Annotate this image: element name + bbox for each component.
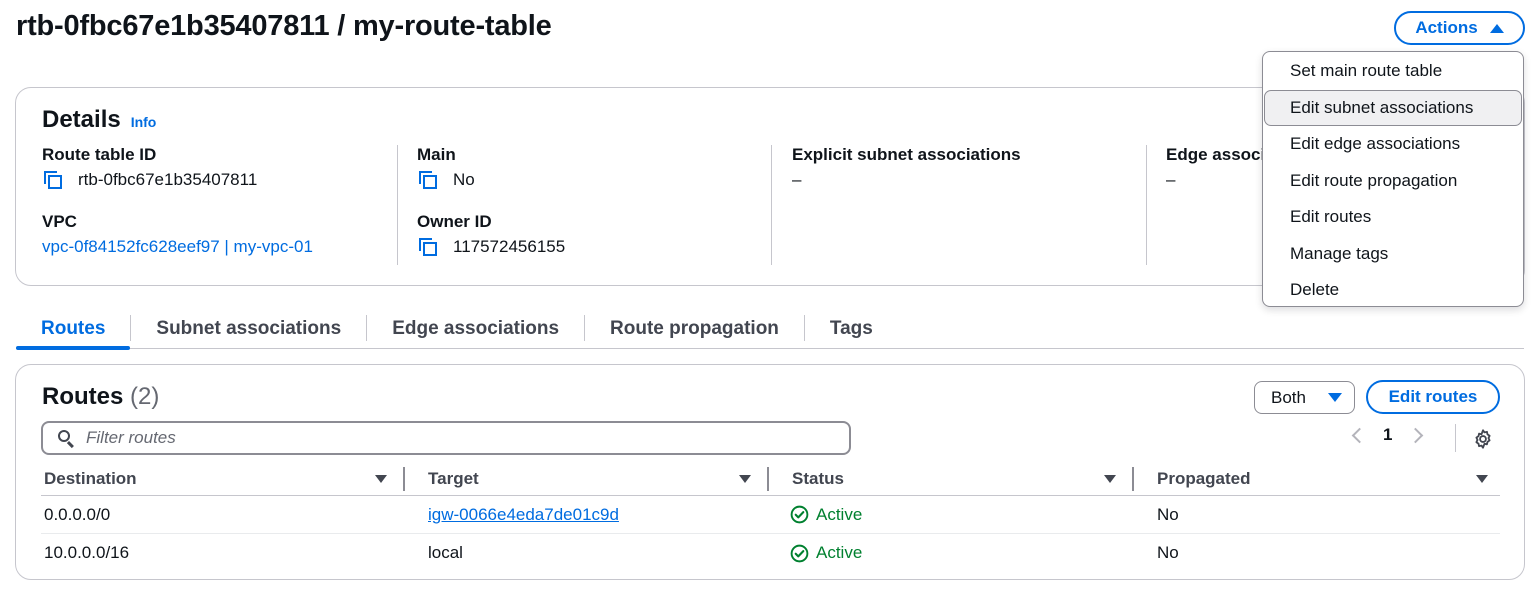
details-column-1: Route table ID rtb-0fbc67e1b35407811 VPC… bbox=[42, 144, 392, 266]
destination-cell: 0.0.0.0/0 bbox=[44, 504, 111, 524]
caret-down-icon bbox=[1327, 393, 1342, 402]
menu-item-delete[interactable]: Delete bbox=[1263, 272, 1523, 309]
menu-item-edit-subnet-associations[interactable]: Edit subnet associations bbox=[1264, 89, 1522, 126]
tab-tags[interactable]: Tags bbox=[805, 309, 898, 349]
table-row[interactable]: 10.0.0.0/16 local Active No bbox=[41, 534, 1500, 572]
chevron-right-icon[interactable] bbox=[1408, 427, 1424, 443]
column-header-target[interactable]: Target bbox=[405, 462, 769, 495]
routes-count: (2) bbox=[130, 383, 160, 410]
copy-icon[interactable] bbox=[417, 169, 439, 191]
tab-route-propagation[interactable]: Route propagation bbox=[585, 309, 804, 349]
vpc-label: VPC bbox=[42, 212, 77, 231]
check-circle-icon bbox=[790, 544, 809, 562]
column-divider bbox=[771, 145, 772, 265]
status-badge: Active bbox=[769, 505, 1134, 525]
table-row[interactable]: 0.0.0.0/0 igw-0066e4eda7de01c9d Active N… bbox=[41, 496, 1500, 534]
chevron-left-icon[interactable] bbox=[1351, 427, 1368, 443]
destination-cell: 10.0.0.0/16 bbox=[44, 543, 130, 562]
page-number[interactable]: 1 bbox=[1383, 425, 1392, 445]
route-filter-select[interactable]: Both bbox=[1254, 381, 1355, 414]
column-header-propagated[interactable]: Propagated bbox=[1134, 462, 1500, 495]
column-header-status[interactable]: Status bbox=[769, 462, 1134, 495]
column-header-label: Status bbox=[792, 468, 844, 488]
sort-icon[interactable] bbox=[375, 474, 387, 483]
edge-associations-label: Edge associa bbox=[1166, 145, 1275, 164]
menu-item-set-main-route-table[interactable]: Set main route table bbox=[1263, 53, 1523, 90]
menu-item-edit-routes[interactable]: Edit routes bbox=[1263, 199, 1523, 236]
edit-routes-button[interactable]: Edit routes bbox=[1366, 380, 1500, 414]
explicit-subnet-value: – bbox=[792, 170, 802, 189]
route-filter-select-value: Both bbox=[1271, 387, 1306, 407]
pagination-divider bbox=[1455, 424, 1456, 452]
search-icon bbox=[57, 429, 75, 448]
tab-subnet-associations[interactable]: Subnet associations bbox=[131, 309, 366, 349]
details-title: Details bbox=[42, 106, 121, 133]
sort-icon[interactable] bbox=[1476, 474, 1488, 483]
actions-dropdown-menu: Set main route table Edit subnet associa… bbox=[1262, 51, 1524, 307]
menu-item-edit-route-propagation[interactable]: Edit route propagation bbox=[1263, 163, 1523, 200]
owner-id-label: Owner ID bbox=[417, 212, 492, 231]
status-badge: Active bbox=[769, 543, 1134, 563]
menu-item-manage-tags[interactable]: Manage tags bbox=[1263, 236, 1523, 273]
actions-button[interactable]: Actions bbox=[1394, 11, 1525, 45]
target-cell: local bbox=[428, 543, 463, 562]
actions-label: Actions bbox=[1415, 18, 1478, 37]
status-text: Active bbox=[816, 543, 863, 562]
routes-title: Routes bbox=[42, 383, 124, 410]
propagated-cell: No bbox=[1157, 543, 1179, 562]
gear-icon[interactable] bbox=[1472, 428, 1494, 450]
tab-bar: Routes Subnet associations Edge associat… bbox=[16, 309, 1524, 350]
vpc-link[interactable]: vpc-0f84152fc628eef97 | my-vpc-01 bbox=[42, 236, 392, 258]
column-header-label: Target bbox=[428, 468, 479, 488]
copy-icon[interactable] bbox=[417, 236, 439, 258]
main-value: No bbox=[453, 170, 475, 189]
routes-panel: Routes (2) Both Edit routes 1 Destinatio… bbox=[15, 364, 1525, 580]
routes-heading: Routes (2) bbox=[42, 383, 159, 411]
sort-icon[interactable] bbox=[1104, 474, 1116, 483]
owner-id-value: 117572456155 bbox=[453, 237, 566, 256]
filter-routes-field[interactable] bbox=[41, 421, 851, 455]
details-column-2: Main No Owner ID 117572456155 bbox=[417, 144, 767, 266]
filter-routes-input[interactable] bbox=[86, 428, 786, 448]
tab-routes[interactable]: Routes bbox=[16, 309, 131, 350]
page-title: rtb-0fbc67e1b35407811 / my-route-table bbox=[16, 10, 552, 42]
check-circle-icon bbox=[790, 505, 809, 524]
table-header: Destination Target Status Propagated bbox=[41, 462, 1500, 496]
pagination: 1 bbox=[1351, 425, 1424, 445]
column-header-destination[interactable]: Destination bbox=[41, 462, 405, 495]
route-table-id-value: rtb-0fbc67e1b35407811 bbox=[78, 170, 258, 189]
caret-up-icon bbox=[1489, 23, 1504, 33]
propagated-cell: No bbox=[1157, 504, 1179, 524]
column-header-label: Destination bbox=[44, 468, 137, 488]
target-link[interactable]: igw-0066e4eda7de01c9d bbox=[405, 505, 619, 524]
column-header-label: Propagated bbox=[1157, 468, 1251, 488]
copy-icon[interactable] bbox=[42, 169, 64, 191]
details-column-4: Edge associa – bbox=[1166, 144, 1276, 266]
route-table-id-label: Route table ID bbox=[42, 145, 157, 164]
edge-associations-value: – bbox=[1166, 170, 1176, 189]
routes-table: Destination Target Status Propagated 0.0… bbox=[41, 462, 1500, 572]
column-divider bbox=[1146, 145, 1147, 265]
status-text: Active bbox=[816, 504, 863, 524]
details-column-3: Explicit subnet associations – bbox=[792, 144, 1142, 266]
main-label: Main bbox=[417, 145, 456, 164]
sort-icon[interactable] bbox=[739, 474, 751, 483]
tab-edge-associations[interactable]: Edge associations bbox=[367, 309, 584, 349]
menu-item-edit-edge-associations[interactable]: Edit edge associations bbox=[1263, 126, 1523, 163]
explicit-subnet-label: Explicit subnet associations bbox=[792, 145, 1021, 164]
column-divider bbox=[397, 145, 398, 265]
info-link[interactable]: Info bbox=[131, 114, 157, 130]
